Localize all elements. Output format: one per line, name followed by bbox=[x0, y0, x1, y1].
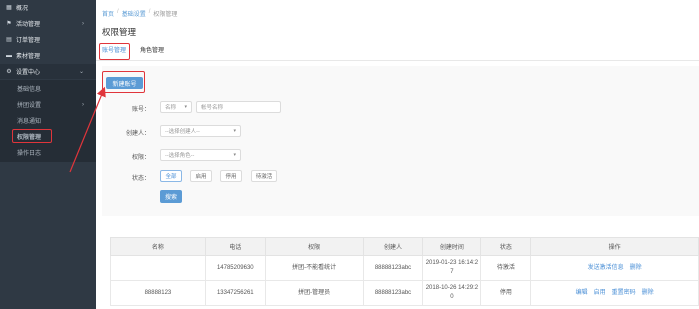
column-header-creator: 创建人 bbox=[362, 237, 424, 256]
creator-placeholder: --选择创建人-- bbox=[165, 129, 200, 135]
column-header-role: 权限 bbox=[264, 237, 364, 256]
cell-actions: 发送激活信息 删除 bbox=[530, 255, 699, 281]
created-at-line2: 0 bbox=[450, 294, 454, 300]
delete-link[interactable]: 删除 bbox=[630, 264, 642, 273]
sidebar-item-overview[interactable]: ▦ 概况 bbox=[0, 0, 96, 15]
breadcrumb-separator: / bbox=[148, 9, 151, 15]
sidebar-item-orders[interactable]: ▤ 订单管理 bbox=[0, 32, 96, 47]
chevron-right-icon: › bbox=[82, 101, 84, 108]
cell-status: 停用 bbox=[480, 280, 532, 306]
cell-creator: 88888123abc bbox=[362, 280, 424, 306]
breadcrumb-current: 权限管理 bbox=[153, 12, 178, 18]
cell-status: 待激活 bbox=[480, 255, 532, 281]
status-label: 状态： bbox=[131, 176, 150, 182]
breadcrumb-separator: / bbox=[117, 9, 119, 15]
column-header-status: 状态 bbox=[480, 237, 532, 256]
breadcrumb-settings[interactable]: 基础设置 bbox=[122, 9, 146, 18]
search-button[interactable]: 搜索 bbox=[160, 190, 182, 203]
sidebar-item-label: 订单管理 bbox=[16, 38, 41, 44]
cell-creator: 88888123abc bbox=[362, 255, 424, 281]
cell-role: 拼团-管理员 bbox=[264, 280, 364, 306]
sidebar-item-label: 设置中心 bbox=[16, 70, 41, 76]
sidebar-item-label: 素材管理 bbox=[16, 54, 41, 60]
chevron-down-icon: ▾ bbox=[184, 104, 187, 110]
cell-phone: 13347256261 bbox=[204, 280, 266, 306]
sidebar-item-materials[interactable]: ▬ 素材管理 bbox=[0, 48, 96, 63]
chevron-down-icon: ⌄ bbox=[78, 69, 84, 75]
sidebar-subitem-notifications[interactable]: 消息通知 bbox=[0, 113, 96, 128]
creator-select[interactable]: --选择创建人-- ▾ bbox=[160, 125, 241, 137]
accounts-table: 名称 电话 权限 创建人 创建时间 状态 操作 14785209630 拼团-不… bbox=[110, 237, 699, 306]
flag-icon: ⚑ bbox=[6, 21, 12, 27]
role-select[interactable]: --选择角色-- ▾ bbox=[160, 149, 241, 161]
sidebar-subitem-group-settings[interactable]: 拼团设置 › bbox=[0, 97, 96, 112]
creator-label: 创建人： bbox=[125, 131, 150, 137]
folder-icon: ▬ bbox=[6, 52, 12, 59]
breadcrumb: 首页 / 基础设置 / 权限管理 bbox=[102, 9, 177, 18]
breadcrumb-home[interactable]: 首页 bbox=[102, 9, 114, 18]
main-content: 首页 / 基础设置 / 权限管理 权限管理 账号管理 角色管理 新建账号 账号：… bbox=[96, 0, 699, 309]
tab-divider bbox=[96, 60, 699, 61]
account-name-input[interactable]: 帐号名称 bbox=[196, 101, 281, 113]
status-option-all[interactable]: 全部 bbox=[160, 170, 182, 182]
edit-link[interactable]: 编辑 bbox=[576, 289, 588, 298]
sidebar-subitem-label: 拼团设置 bbox=[17, 103, 42, 109]
highlight-box-permissions bbox=[12, 129, 52, 143]
status-option-pending[interactable]: 待激活 bbox=[251, 170, 277, 182]
sidebar: ▦ 概况 ⚑ 活动管理 › ▤ 订单管理 ▬ 素材管理 ⚙ 设置中心 ⌄ 基础信… bbox=[0, 0, 96, 309]
status-option-disabled[interactable]: 停用 bbox=[220, 170, 242, 182]
account-type-value: 名称 bbox=[165, 105, 177, 111]
delete-link[interactable]: 删除 bbox=[642, 289, 654, 298]
column-header-phone: 电话 bbox=[204, 237, 266, 256]
sidebar-subitem-label: 操作日志 bbox=[17, 151, 42, 157]
cell-actions: 编辑 启用 重置密码 删除 bbox=[530, 280, 699, 306]
sidebar-subitem-operation-log[interactable]: 操作日志 bbox=[0, 145, 96, 160]
sidebar-subitem-label: 基础信息 bbox=[17, 87, 42, 93]
highlight-box-new-account bbox=[102, 71, 145, 93]
chevron-right-icon: › bbox=[82, 20, 84, 27]
grid-icon: ▦ bbox=[6, 5, 12, 11]
send-activation-link[interactable]: 发送激活信息 bbox=[588, 264, 624, 273]
column-header-created-at: 创建时间 bbox=[422, 237, 482, 256]
sidebar-item-activity[interactable]: ⚑ 活动管理 › bbox=[0, 16, 96, 31]
cell-created-at: 2018-10-26 14:29:2 0 bbox=[422, 280, 482, 306]
cell-role: 拼团-不能看统计 bbox=[264, 255, 364, 281]
table-row: 14785209630 拼团-不能看统计 88888123abc 2019-01… bbox=[110, 255, 699, 281]
filter-panel bbox=[102, 66, 699, 216]
gear-icon: ⚙ bbox=[6, 69, 12, 75]
column-header-actions: 操作 bbox=[530, 237, 699, 256]
sidebar-subitem-basic-info[interactable]: 基础信息 bbox=[0, 81, 96, 96]
sidebar-item-label: 概况 bbox=[16, 6, 29, 12]
cell-name bbox=[110, 255, 206, 281]
created-at-line1: 2018-10-26 14:29:2 bbox=[425, 285, 479, 291]
sidebar-item-settings[interactable]: ⚙ 设置中心 ⌄ bbox=[0, 64, 96, 79]
account-name-placeholder: 帐号名称 bbox=[201, 105, 224, 111]
account-type-select[interactable]: 名称 ▾ bbox=[160, 101, 192, 113]
column-header-name: 名称 bbox=[110, 237, 206, 256]
highlight-box-account-tab bbox=[99, 43, 130, 60]
account-label: 账号： bbox=[131, 107, 150, 113]
role-placeholder: --选择角色-- bbox=[165, 153, 195, 159]
role-label: 权限： bbox=[131, 155, 150, 161]
enable-link[interactable]: 启用 bbox=[594, 289, 606, 298]
chevron-down-icon: ▾ bbox=[233, 152, 236, 158]
cell-created-at: 2019-01-23 16:14:2 7 bbox=[422, 255, 482, 281]
sidebar-item-label: 活动管理 bbox=[16, 22, 41, 28]
page-title: 权限管理 bbox=[102, 27, 137, 37]
tab-role-management[interactable]: 角色管理 bbox=[140, 46, 164, 60]
status-option-enabled[interactable]: 启用 bbox=[190, 170, 212, 182]
document-icon: ▤ bbox=[6, 37, 12, 43]
table-header-row: 名称 电话 权限 创建人 创建时间 状态 操作 bbox=[110, 237, 699, 256]
created-at-line1: 2019-01-23 16:14:2 bbox=[425, 260, 479, 266]
chevron-down-icon: ▾ bbox=[233, 128, 236, 134]
reset-password-link[interactable]: 重置密码 bbox=[612, 289, 636, 298]
table-row: 88888123 13347256261 拼团-管理员 88888123abc … bbox=[110, 280, 699, 306]
cell-phone: 14785209630 bbox=[204, 255, 266, 281]
sidebar-subitem-label: 消息通知 bbox=[17, 119, 42, 125]
created-at-line2: 7 bbox=[450, 269, 454, 275]
cell-name: 88888123 bbox=[110, 280, 206, 306]
